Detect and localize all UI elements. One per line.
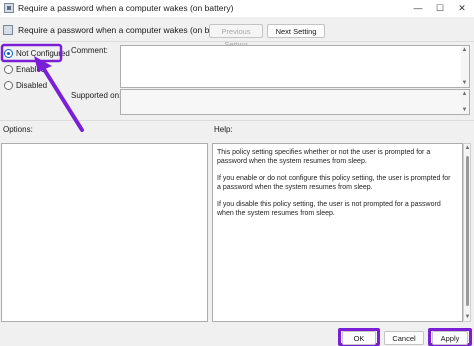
section-divider (0, 120, 474, 121)
cancel-button[interactable]: Cancel (384, 331, 424, 345)
scroll-up-icon[interactable]: ▲ (464, 145, 471, 151)
radio-not-configured[interactable]: Not Configured (4, 47, 70, 59)
comment-scrollbar[interactable]: ▲ ▼ (461, 46, 469, 87)
help-paragraph: If you enable or do not configure this p… (217, 175, 451, 191)
supported-on-label: Supported on: (71, 91, 122, 100)
previous-setting-button[interactable]: Previous Setting (209, 24, 263, 49)
scroll-up-icon[interactable]: ▲ (461, 91, 468, 97)
scroll-down-icon[interactable]: ▼ (461, 80, 468, 86)
scroll-down-icon[interactable]: ▼ (461, 107, 468, 113)
policy-title: Require a password when a computer wakes… (18, 25, 234, 35)
window-title: Require a password when a computer wakes… (18, 3, 234, 13)
options-label: Options: (3, 125, 33, 134)
help-paragraph: This policy setting specifies whether or… (217, 149, 431, 165)
supported-on-field: ▲ ▼ (120, 89, 470, 115)
ok-button[interactable]: OK (342, 331, 376, 345)
supported-scrollbar[interactable]: ▲ ▼ (461, 90, 469, 114)
radio-unchecked-icon (4, 80, 13, 90)
scroll-down-icon[interactable]: ▼ (464, 314, 471, 320)
next-setting-button[interactable]: Next Setting (267, 24, 325, 38)
scroll-thumb[interactable] (466, 156, 469, 306)
help-text: This policy setting specifies whether or… (217, 148, 453, 226)
help-scrollbar[interactable]: ▲ ▼ (463, 143, 471, 322)
help-label: Help: (214, 125, 233, 134)
policy-app-icon (4, 3, 14, 13)
radio-enabled[interactable]: Enabled (4, 63, 45, 75)
help-paragraph: If you disable this policy setting, the … (217, 201, 441, 217)
apply-button[interactable]: Apply (432, 331, 468, 345)
comment-textarea[interactable]: ▲ ▼ (120, 45, 470, 88)
options-pane (1, 143, 208, 322)
radio-label: Disabled (16, 80, 48, 90)
header-divider (0, 41, 474, 42)
close-button[interactable]: ✕ (452, 0, 472, 17)
minimize-button[interactable]: — (408, 0, 428, 17)
radio-unchecked-icon (4, 64, 13, 74)
comment-label: Comment: (71, 46, 108, 55)
radio-label: Enabled (16, 64, 46, 74)
radio-disabled[interactable]: Disabled (4, 79, 47, 91)
policy-setting-icon (3, 25, 13, 35)
radio-label: Not Configured (16, 48, 70, 58)
help-pane: This policy setting specifies whether or… (212, 143, 463, 322)
scroll-up-icon[interactable]: ▲ (461, 47, 468, 53)
maximize-button[interactable]: ☐ (430, 0, 450, 17)
radio-checked-icon (4, 48, 13, 58)
